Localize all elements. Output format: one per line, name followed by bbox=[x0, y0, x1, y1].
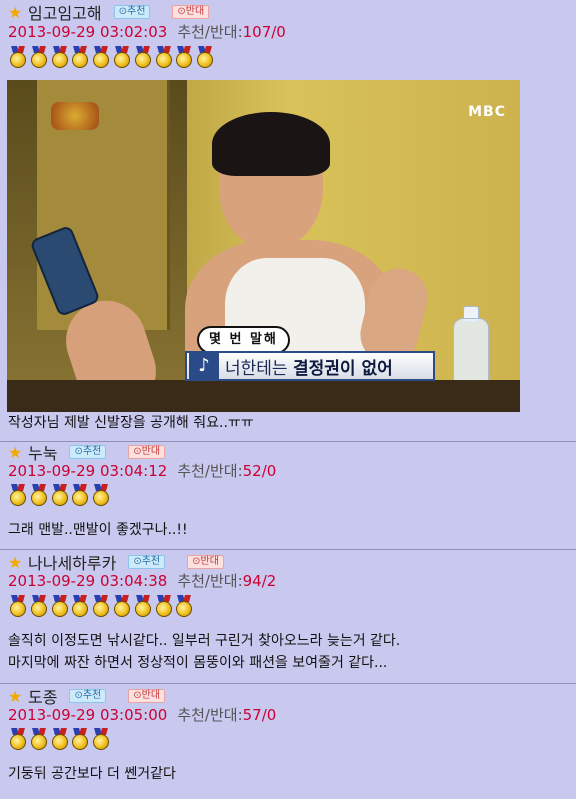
caption-bar: ♪ 너한테는 결정권이 없어 bbox=[185, 351, 435, 381]
vote-label: 추천/반대: bbox=[177, 572, 243, 590]
medal-icon bbox=[8, 46, 28, 68]
comment-meta: 2013-09-29 03:04:38 추천/반대:94/2 bbox=[8, 570, 276, 591]
medal-icon bbox=[91, 595, 111, 617]
medal-row bbox=[8, 484, 112, 506]
caption-bubble: 몇 번 말해 bbox=[197, 326, 290, 354]
timestamp: 2013-09-29 03:05:00 bbox=[8, 706, 168, 724]
recommend-button[interactable]: ⊙추천 bbox=[113, 5, 151, 19]
vote-label: 추천/반대: bbox=[177, 462, 243, 480]
medal-icon bbox=[29, 595, 49, 617]
comment-2: ★ 누눅 ⊙추천 ⊙반대 2013-09-29 03:04:12 추천/반대:52… bbox=[0, 442, 576, 549]
oppose-button[interactable]: ⊙반대 bbox=[128, 445, 166, 459]
medal-icon bbox=[50, 484, 70, 506]
medal-icon bbox=[29, 728, 49, 750]
vote-count: 57/0 bbox=[242, 706, 277, 724]
star-icon: ★ bbox=[8, 442, 23, 462]
vote-count: 52/0 bbox=[242, 462, 277, 480]
vote-count: 94/2 bbox=[242, 572, 277, 590]
star-icon: ★ bbox=[8, 686, 23, 706]
medal-icon bbox=[154, 595, 174, 617]
comment-meta: 2013-09-29 03:05:00 추천/반대:57/0 bbox=[8, 704, 276, 725]
oppose-button[interactable]: ⊙반대 bbox=[128, 689, 166, 703]
timestamp: 2013-09-29 03:04:12 bbox=[8, 462, 168, 480]
oppose-button[interactable]: ⊙반대 bbox=[172, 5, 210, 19]
comment-1: ★ 임고임고해 ⊙추천 ⊙반대 2013-09-29 03:02:03 추천/반대… bbox=[0, 0, 576, 441]
medal-icon bbox=[133, 46, 153, 68]
comment-header: ★ 누눅 ⊙추천 ⊙반대 bbox=[8, 442, 166, 463]
medal-icon bbox=[50, 595, 70, 617]
medal-icon bbox=[112, 46, 132, 68]
medal-icon bbox=[174, 595, 194, 617]
medal-icon bbox=[133, 595, 153, 617]
comment-3: ★ 나나세하루카 ⊙추천 ⊙반대 2013-09-29 03:04:38 추천/반… bbox=[0, 550, 576, 683]
timestamp: 2013-09-29 03:02:03 bbox=[8, 23, 168, 41]
recommend-button[interactable]: ⊙추천 bbox=[69, 445, 107, 459]
medal-row bbox=[8, 46, 216, 68]
medal-icon bbox=[50, 46, 70, 68]
medal-icon bbox=[50, 728, 70, 750]
comment-text: 마지막에 짜잔 하면서 정상적이 몸뚱이와 패션을 보여줄거 같다... bbox=[8, 655, 388, 671]
comment-header: ★ 임고임고해 ⊙추천 ⊙반대 bbox=[8, 2, 210, 23]
medal-icon bbox=[112, 595, 132, 617]
comment-4: ★ 도종 ⊙추천 ⊙반대 2013-09-29 03:05:00 추천/반대:57… bbox=[0, 684, 576, 799]
medal-icon bbox=[29, 484, 49, 506]
medal-icon bbox=[154, 46, 174, 68]
medal-icon bbox=[70, 484, 90, 506]
medal-icon bbox=[8, 595, 28, 617]
medal-icon bbox=[70, 595, 90, 617]
comment-text: 작성자님 제발 신발장을 공개해 줘요..ㅠㅠ bbox=[8, 415, 254, 431]
medal-icon bbox=[91, 728, 111, 750]
medal-icon bbox=[70, 728, 90, 750]
table bbox=[7, 380, 520, 412]
caption-text: 너한테는 결정권이 없어 bbox=[225, 358, 393, 379]
medal-icon bbox=[8, 728, 28, 750]
person-hair bbox=[212, 112, 330, 176]
medal-icon bbox=[91, 46, 111, 68]
timestamp: 2013-09-29 03:04:38 bbox=[8, 572, 168, 590]
medal-icon bbox=[91, 484, 111, 506]
medal-icon bbox=[174, 46, 194, 68]
comment-text: 그래 맨발..맨발이 좋겠구나..!! bbox=[8, 522, 188, 538]
comment-text: 기둥뒤 공간보다 더 쎈거같다 bbox=[8, 766, 176, 782]
medal-row bbox=[8, 595, 195, 617]
oppose-button[interactable]: ⊙반대 bbox=[187, 555, 224, 569]
medal-icon bbox=[8, 484, 28, 506]
comment-meta: 2013-09-29 03:02:03 추천/반대:107/0 bbox=[8, 21, 286, 42]
music-note-icon: ♪ bbox=[189, 353, 219, 379]
comment-text: 솔직히 이정도면 낚시같다.. 일부러 구린거 찾아오느라 늦는거 같다. bbox=[8, 633, 401, 649]
star-icon: ★ bbox=[8, 2, 23, 22]
medal-icon bbox=[29, 46, 49, 68]
comment-meta: 2013-09-29 03:04:12 추천/반대:52/0 bbox=[8, 460, 276, 481]
medal-row bbox=[8, 728, 112, 750]
star-icon: ★ bbox=[8, 552, 23, 572]
vote-label: 추천/반대: bbox=[177, 706, 243, 724]
vote-label: 추천/반대: bbox=[177, 23, 243, 41]
recommend-button[interactable]: ⊙추천 bbox=[69, 689, 107, 703]
comment-header: ★ 도종 ⊙추천 ⊙반대 bbox=[8, 686, 166, 707]
broadcaster-logo: MBC bbox=[468, 104, 506, 120]
recommend-button[interactable]: ⊙추천 bbox=[128, 555, 166, 569]
vote-count: 107/0 bbox=[242, 23, 286, 41]
show-logo bbox=[51, 102, 99, 130]
medal-icon bbox=[70, 46, 90, 68]
comment-header: ★ 나나세하루카 ⊙추천 ⊙반대 bbox=[8, 552, 224, 573]
video-screenshot: MBC 몇 번 말해 ♪ 너한테는 결정권이 없어 bbox=[7, 80, 520, 412]
medal-icon bbox=[195, 46, 215, 68]
